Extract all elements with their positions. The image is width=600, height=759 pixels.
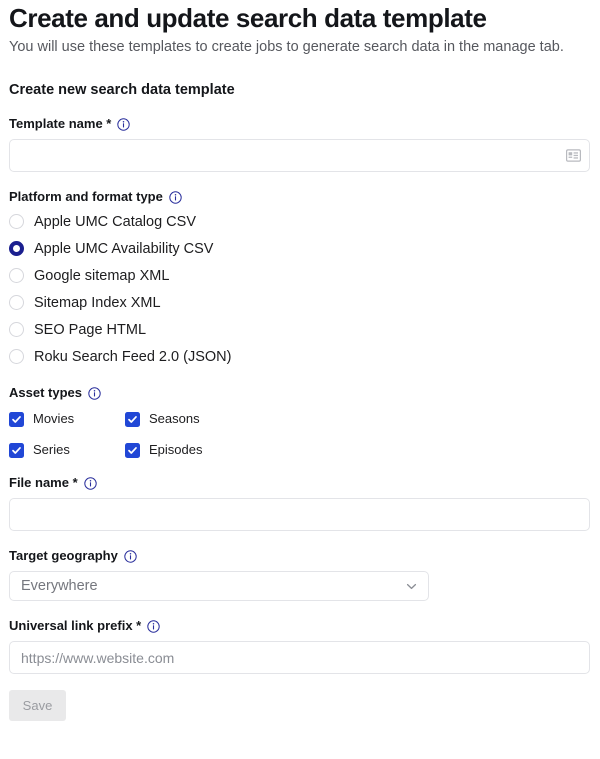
file-name-label: File name * bbox=[9, 475, 591, 491]
info-circle-icon[interactable] bbox=[147, 619, 160, 633]
universal-link-prefix-input-wrap bbox=[9, 641, 590, 674]
file-name-field-group: File name * bbox=[9, 475, 591, 531]
checkbox-option-seasons[interactable]: Seasons bbox=[125, 411, 591, 427]
radio-option-apple-umc-catalog-csv[interactable]: Apple UMC Catalog CSV bbox=[9, 208, 591, 235]
file-name-input[interactable] bbox=[9, 498, 590, 531]
radio-option-label: Sitemap Index XML bbox=[34, 294, 161, 311]
radio-option-apple-umc-availability-csv[interactable]: Apple UMC Availability CSV bbox=[9, 235, 591, 262]
target-geography-selected-value: Everywhere bbox=[21, 578, 98, 594]
checkmark-icon bbox=[125, 411, 140, 427]
checkbox-option-series[interactable]: Series bbox=[9, 442, 125, 458]
info-circle-icon[interactable] bbox=[169, 190, 182, 204]
radio-mark bbox=[9, 349, 24, 364]
template-name-field-group: Template name * bbox=[9, 116, 591, 172]
info-circle-icon[interactable] bbox=[83, 476, 97, 490]
create-search-data-template-page: Create and update search data template Y… bbox=[0, 0, 600, 759]
universal-link-prefix-field-group: Universal link prefix * bbox=[9, 618, 591, 674]
checkbox-option-label: Episodes bbox=[149, 442, 203, 457]
target-geography-select-wrap: Everywhere bbox=[9, 571, 429, 601]
template-name-label: Template name * bbox=[9, 116, 591, 132]
target-geography-select[interactable]: Everywhere bbox=[9, 571, 429, 601]
section-heading: Create new search data template bbox=[9, 82, 235, 98]
checkbox-option-label: Movies bbox=[33, 411, 75, 426]
radio-option-sitemap-index-xml[interactable]: Sitemap Index XML bbox=[9, 289, 591, 316]
radio-option-label: Apple UMC Catalog CSV bbox=[34, 213, 196, 230]
checkbox-option-episodes[interactable]: Episodes bbox=[125, 442, 591, 458]
platform-format-label-text: Platform and format type bbox=[9, 189, 163, 204]
asset-types-label-text: Asset types bbox=[9, 385, 82, 400]
universal-link-prefix-label-text: Universal link prefix * bbox=[9, 618, 142, 633]
radio-mark bbox=[9, 241, 24, 256]
asset-types-label: Asset types bbox=[9, 385, 591, 401]
radio-option-label: SEO Page HTML bbox=[34, 321, 147, 338]
checkmark-icon bbox=[125, 442, 140, 458]
radio-option-label: Google sitemap XML bbox=[34, 267, 170, 284]
radio-option-seo-page-html[interactable]: SEO Page HTML bbox=[9, 316, 591, 343]
radio-option-label: Roku Search Feed 2.0 (JSON) bbox=[34, 348, 232, 365]
info-circle-icon[interactable] bbox=[124, 549, 137, 563]
page-subtitle: You will use these templates to create j… bbox=[9, 39, 564, 55]
radio-option-label: Apple UMC Availability CSV bbox=[34, 240, 214, 257]
file-name-label-text: File name * bbox=[9, 475, 78, 490]
checkbox-option-label: Seasons bbox=[149, 411, 200, 426]
save-button[interactable]: Save bbox=[9, 690, 66, 721]
file-name-input-wrap bbox=[9, 498, 590, 531]
checkbox-option-movies[interactable]: Movies bbox=[9, 411, 125, 427]
asset-types-field-group: Asset types Movies Seasons Series Episod… bbox=[9, 385, 591, 458]
radio-option-google-sitemap-xml[interactable]: Google sitemap XML bbox=[9, 262, 591, 289]
radio-mark bbox=[9, 268, 24, 283]
target-geography-label: Target geography bbox=[9, 548, 591, 564]
page-title: Create and update search data template bbox=[9, 3, 487, 33]
template-name-input[interactable] bbox=[9, 139, 590, 172]
contact-card-icon[interactable] bbox=[565, 148, 581, 164]
checkmark-icon bbox=[9, 442, 24, 458]
template-name-label-text: Template name * bbox=[9, 116, 112, 131]
platform-format-label: Platform and format type bbox=[9, 189, 591, 205]
radio-mark bbox=[9, 322, 24, 337]
checkmark-icon bbox=[9, 411, 24, 427]
template-name-input-wrap bbox=[9, 139, 590, 172]
info-circle-icon[interactable] bbox=[117, 117, 131, 131]
info-circle-icon[interactable] bbox=[88, 386, 101, 400]
radio-mark bbox=[9, 214, 24, 229]
universal-link-prefix-label: Universal link prefix * bbox=[9, 618, 591, 634]
platform-format-field-group: Platform and format type Apple UMC Catal… bbox=[9, 189, 591, 370]
target-geography-label-text: Target geography bbox=[9, 548, 118, 563]
target-geography-field-group: Target geography Everywhere bbox=[9, 548, 591, 601]
radio-mark bbox=[9, 295, 24, 310]
platform-format-radio-group: Apple UMC Catalog CSV Apple UMC Availabi… bbox=[9, 208, 591, 370]
universal-link-prefix-input[interactable] bbox=[9, 641, 590, 674]
radio-option-roku-search-feed[interactable]: Roku Search Feed 2.0 (JSON) bbox=[9, 343, 591, 370]
checkbox-option-label: Series bbox=[33, 442, 70, 457]
asset-types-checkbox-grid: Movies Seasons Series Episodes bbox=[9, 411, 591, 458]
